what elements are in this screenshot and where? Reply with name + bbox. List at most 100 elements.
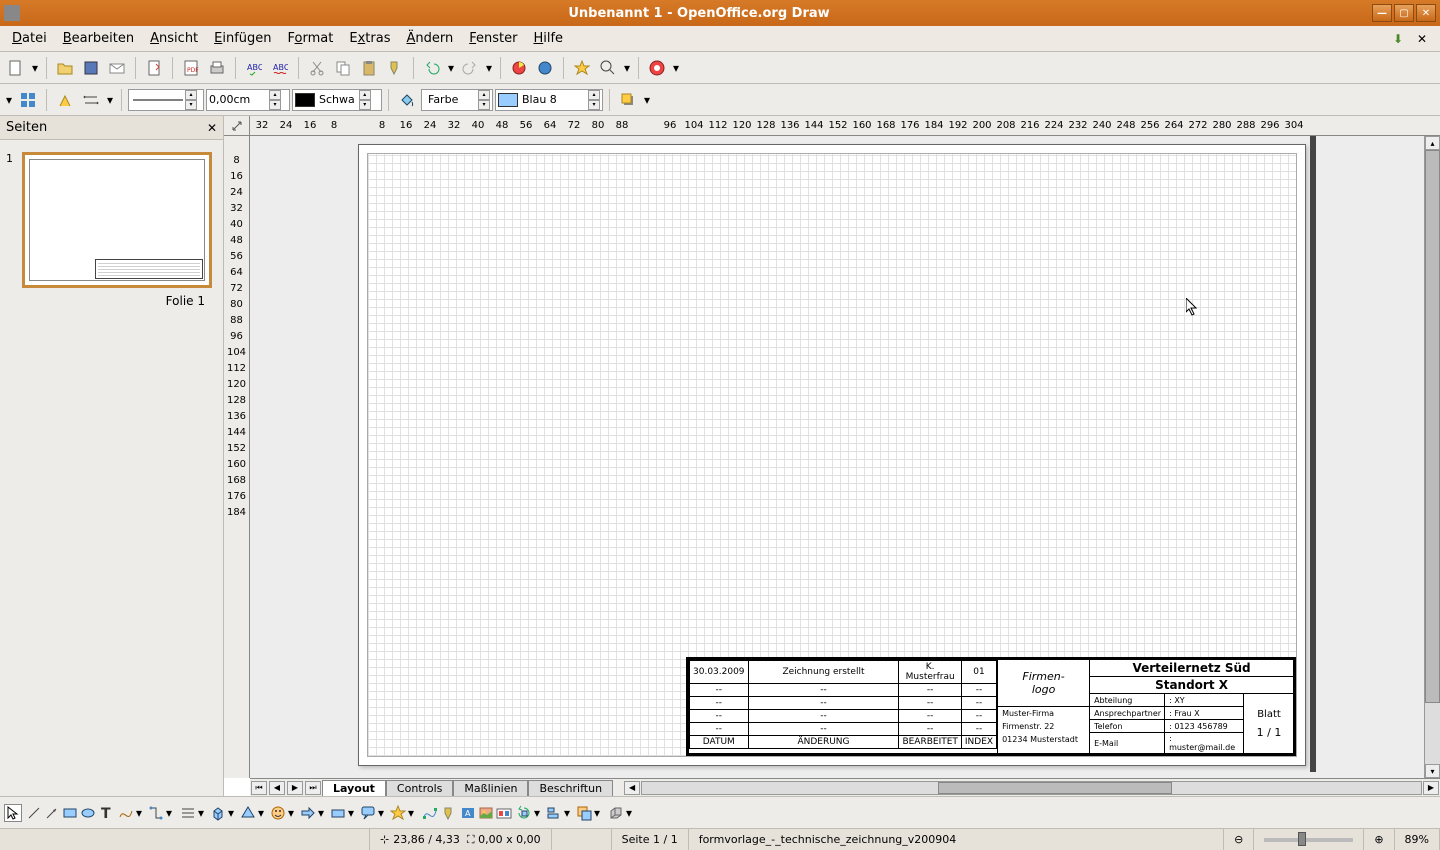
rotate-dropdown[interactable]: ▾ (534, 806, 544, 820)
tab-nav-next[interactable]: ▶ (287, 781, 303, 795)
3d-shapes-tool[interactable] (210, 805, 226, 821)
tab-nav-last[interactable]: ⏭ (305, 781, 321, 795)
gallery-tool[interactable] (496, 805, 512, 821)
ruler-origin[interactable] (224, 116, 250, 136)
scroll-up-button[interactable]: ▴ (1425, 136, 1440, 150)
tab-beschriftung[interactable]: Beschriftun (528, 780, 613, 796)
menu-fenster[interactable]: Fenster (461, 28, 525, 49)
line-tool[interactable] (26, 805, 42, 821)
arrow-tool[interactable] (44, 805, 60, 821)
hyperlink-button[interactable] (533, 56, 557, 80)
menu-einfuegen[interactable]: Einfügen (206, 28, 279, 49)
vertical-scroll-thumb[interactable] (1425, 150, 1440, 703)
curve-dropdown[interactable]: ▾ (136, 806, 146, 820)
glue-points-button[interactable] (53, 88, 77, 112)
save-button[interactable] (79, 56, 103, 80)
align-tool[interactable] (546, 805, 562, 821)
3d-shapes-dropdown[interactable]: ▾ (228, 806, 238, 820)
undo-dropdown[interactable]: ▾ (446, 56, 456, 80)
toolbar2-overflow[interactable]: ▾ (642, 88, 652, 112)
grid-toggle-dropdown[interactable]: ▾ (4, 88, 14, 112)
redo-dropdown[interactable]: ▾ (484, 56, 494, 80)
lines-arrows-dropdown[interactable]: ▾ (198, 806, 208, 820)
help-button[interactable] (645, 56, 669, 80)
callouts-tool[interactable] (360, 805, 376, 821)
redo-button[interactable] (458, 56, 482, 80)
canvas-viewport[interactable]: 30.03.2009Zeichnung erstelltK. Musterfra… (250, 136, 1440, 778)
line-width-input[interactable] (209, 93, 269, 106)
horizontal-ruler[interactable]: 3224168816243240485664728088961041121201… (250, 116, 1440, 136)
select-tool[interactable] (4, 804, 22, 822)
rect-tool[interactable] (62, 805, 78, 821)
hscroll-right[interactable]: ▶ (1423, 781, 1439, 795)
glue-tool[interactable] (440, 805, 456, 821)
text-tool[interactable]: T (98, 805, 114, 821)
maximize-button[interactable]: ▢ (1394, 4, 1414, 22)
extrusion-tool[interactable] (608, 805, 624, 821)
fill-type-combo[interactable]: Farbe ▴▾ (421, 89, 493, 111)
menu-aendern[interactable]: Ändern (398, 28, 461, 49)
horizontal-scroll-thumb[interactable] (938, 782, 1172, 794)
slide-thumbnail[interactable] (22, 152, 212, 288)
close-document-icon[interactable]: ✕ (1414, 31, 1430, 47)
print-button[interactable] (205, 56, 229, 80)
flowchart-dropdown[interactable]: ▾ (348, 806, 358, 820)
tab-controls[interactable]: Controls (386, 780, 454, 796)
curve-tool[interactable] (118, 805, 134, 821)
open-button[interactable] (53, 56, 77, 80)
symbol-shapes-dropdown[interactable]: ▾ (288, 806, 298, 820)
menu-datei[interactable]: Datei (4, 28, 55, 49)
menu-extras[interactable]: Extras (341, 28, 398, 49)
line-style-arrows-button[interactable] (79, 88, 103, 112)
line-color-combo[interactable]: Schwa ▴▾ (292, 89, 382, 111)
close-window-button[interactable]: ✕ (1416, 4, 1436, 22)
connector-dropdown[interactable]: ▾ (166, 806, 176, 820)
callouts-dropdown[interactable]: ▾ (378, 806, 388, 820)
auto-spellcheck-button[interactable]: ABC (268, 56, 292, 80)
tab-nav-first[interactable]: ⏮ (251, 781, 267, 795)
new-doc-button[interactable] (4, 56, 28, 80)
rotate-tool[interactable] (516, 805, 532, 821)
stars-tool[interactable] (390, 805, 406, 821)
export-pdf-button[interactable]: PDF (179, 56, 203, 80)
stars-dropdown[interactable]: ▾ (408, 806, 418, 820)
menu-format[interactable]: Format (280, 28, 342, 49)
basic-shapes-tool[interactable] (240, 805, 256, 821)
arrange-tool[interactable] (576, 805, 592, 821)
edit-doc-button[interactable] (142, 56, 166, 80)
grid-toggle-button[interactable] (16, 88, 40, 112)
block-arrows-tool[interactable] (300, 805, 316, 821)
tab-nav-prev[interactable]: ◀ (269, 781, 285, 795)
title-block[interactable]: 30.03.2009Zeichnung erstelltK. Musterfra… (686, 657, 1296, 756)
scroll-down-button[interactable]: ▾ (1425, 764, 1440, 778)
paste-button[interactable] (357, 56, 381, 80)
connector-tool[interactable] (148, 805, 164, 821)
drawing-page[interactable]: 30.03.2009Zeichnung erstelltK. Musterfra… (358, 144, 1306, 766)
zoom-button[interactable] (596, 56, 620, 80)
tab-layout[interactable]: Layout (322, 780, 386, 796)
symbol-shapes-tool[interactable] (270, 805, 286, 821)
line-style-combo[interactable]: ▴▾ (128, 89, 204, 111)
vertical-scrollbar[interactable]: ▴ ▾ (1424, 136, 1440, 778)
minimize-button[interactable]: — (1372, 4, 1392, 22)
zoom-dropdown[interactable]: ▾ (622, 56, 632, 80)
line-width-combo[interactable]: ▴▾ (206, 89, 290, 111)
draw-toolbar-overflow[interactable]: ▾ (626, 806, 636, 820)
update-icon[interactable]: ⬇ (1390, 31, 1406, 47)
block-arrows-dropdown[interactable]: ▾ (318, 806, 328, 820)
chart-button[interactable] (507, 56, 531, 80)
menu-bearbeiten[interactable]: Bearbeiten (55, 28, 142, 49)
cut-button[interactable] (305, 56, 329, 80)
vertical-ruler[interactable]: 8162432404856647280889610411212012813614… (224, 136, 250, 778)
fill-bucket-button[interactable] (395, 88, 419, 112)
spellcheck-button[interactable]: ABC (242, 56, 266, 80)
format-paintbrush-button[interactable] (383, 56, 407, 80)
horizontal-scrollbar[interactable]: ◀ ▶ (623, 781, 1440, 795)
from-file-tool[interactable] (478, 805, 494, 821)
toolbar-overflow[interactable]: ▾ (671, 56, 681, 80)
menu-ansicht[interactable]: Ansicht (142, 28, 206, 49)
zoom-out-button[interactable]: ⊖ (1224, 829, 1254, 850)
arrows-dropdown[interactable]: ▾ (105, 88, 115, 112)
lines-arrows-tool[interactable] (180, 805, 196, 821)
navigator-button[interactable] (570, 56, 594, 80)
